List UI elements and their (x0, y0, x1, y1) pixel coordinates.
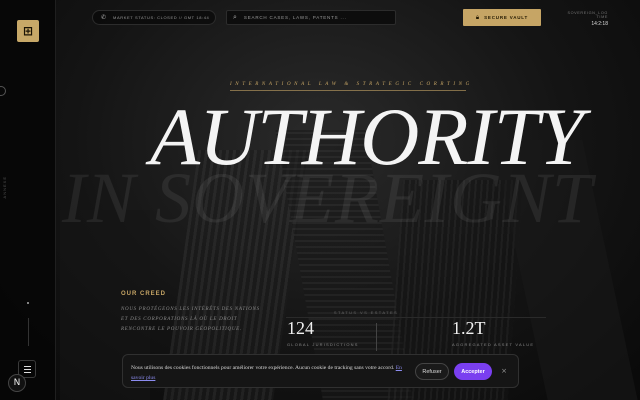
cookie-message-text: Nous utilisons des cookies fonctionnels … (131, 365, 395, 371)
stat-asset-value: 1.2T AGGREGATED ASSET VALUE (452, 318, 534, 347)
sovereign-time: SOVEREIGN_LOG TIME 14:2:18 (556, 11, 608, 27)
search-bar[interactable]: ⌕ (226, 10, 396, 25)
logo-icon: ⊞ (22, 24, 34, 38)
stat-label: AGGREGATED ASSET VALUE (452, 342, 535, 347)
n-badge-button[interactable]: N (8, 374, 26, 392)
hero-title: AUTHORITY (150, 91, 584, 182)
stats-vertical-divider (376, 323, 377, 351)
stat-value: 1.2T (452, 318, 486, 338)
hero-tagline: INTERNATIONAL LAW & STRATEGIC CORRTING (230, 82, 473, 87)
indicator-dot (27, 302, 29, 304)
cookie-banner: Nous utilisons des cookies fonctionnels … (122, 354, 519, 388)
search-icon: ⌕ (233, 13, 237, 21)
accept-button[interactable]: Accepter (454, 363, 492, 380)
market-status-text: MARKET STATUS: CLOSED // GMT 18:44 (113, 15, 210, 20)
creed-title: OUR CREED (121, 291, 167, 297)
search-input[interactable] (243, 15, 384, 20)
sovereign-time-key: SOVEREIGN_LOG TIME (567, 11, 608, 19)
sidebar-divider (28, 318, 29, 346)
sidebar-vertical-label: ANNEXE (2, 176, 7, 199)
lock-icon: 🔒︎ (475, 13, 480, 21)
creed-text: NOUS PROTÉGEONS LES INTÉRÊTS DES NATIONS… (121, 307, 260, 332)
secure-vault-button[interactable]: 🔒︎ SECURE VAULT (463, 9, 541, 26)
phone-icon: ✆ (101, 14, 107, 21)
logo[interactable]: ⊞ (17, 20, 39, 42)
secure-vault-label: SECURE VAULT (484, 15, 529, 20)
sidebar: ⊞ ANNEXE (0, 0, 56, 400)
hamburger-icon (23, 365, 31, 367)
stat-jurisdictions: 124 GLOBAL JURISDICTIONS (287, 318, 359, 347)
market-status-pill: ✆ MARKET STATUS: CLOSED // GMT 18:44 (92, 10, 216, 25)
stat-label: GLOBAL JURISDICTIONS (287, 342, 359, 347)
refuse-button[interactable]: Refuser (415, 363, 449, 380)
stats-caption: STATUS VS ESTATES (333, 310, 399, 315)
close-icon[interactable]: × (498, 365, 510, 377)
stat-value: 124 (287, 318, 314, 338)
circle-marker-icon (0, 86, 6, 96)
cookie-message: Nous utilisons des cookies fonctionnels … (131, 363, 414, 383)
sovereign-time-value: 14:2:18 (591, 21, 608, 27)
